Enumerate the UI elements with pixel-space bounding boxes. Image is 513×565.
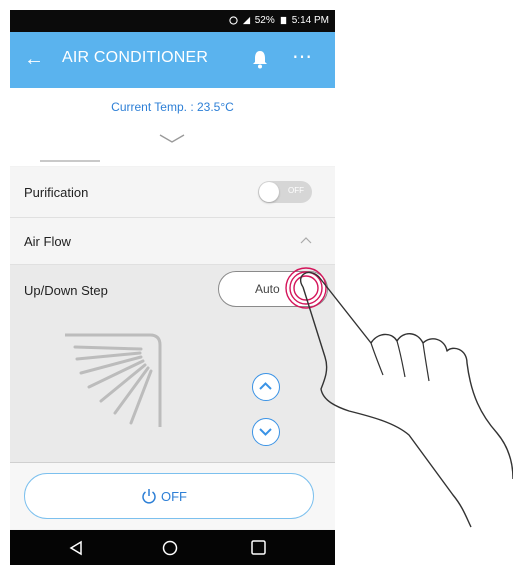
power-icon: [142, 489, 156, 504]
status-time: 5:14 PM: [291, 15, 329, 26]
status-bar: 52% 5:14 PM: [10, 10, 335, 32]
power-label: OFF: [161, 489, 187, 504]
vane-down-button[interactable]: [252, 418, 280, 446]
app-bar: ← AIR CONDITIONER ⋯: [10, 32, 335, 88]
bell-icon[interactable]: [251, 48, 269, 70]
collapse-area: [10, 126, 335, 166]
current-temp-bar: Current Temp. : 23.5°C: [10, 88, 335, 126]
page-title: AIR CONDITIONER: [62, 49, 209, 66]
purification-label: Purification: [24, 185, 89, 200]
battery-icon: [280, 16, 286, 25]
purification-toggle[interactable]: OFF: [258, 181, 312, 203]
signal-icon: [242, 16, 250, 25]
nav-home-icon[interactable]: [162, 540, 178, 556]
current-temp: Current Temp. : 23.5°C: [111, 100, 234, 114]
air-flow-row[interactable]: Air Flow: [10, 218, 335, 265]
hand-pointer-icon: [300, 271, 513, 528]
toggle-knob: [259, 182, 279, 202]
power-button[interactable]: OFF: [24, 473, 314, 519]
back-arrow-icon[interactable]: ←: [24, 48, 46, 70]
tab-indicator: [40, 160, 100, 162]
chevron-down-icon[interactable]: [158, 132, 186, 146]
updown-step-value: Auto: [255, 282, 280, 296]
updown-step-label: Up/Down Step: [24, 283, 108, 298]
chevron-up-icon: [259, 382, 272, 390]
vane-up-button[interactable]: [252, 373, 280, 401]
air-vane-icon: [65, 333, 162, 427]
chevron-down-icon: [259, 428, 272, 436]
battery-level: 52%: [254, 15, 275, 26]
nav-back-icon[interactable]: [68, 540, 84, 556]
alarm-icon: [229, 16, 238, 25]
purification-row: Purification OFF: [10, 167, 335, 218]
nav-recent-apps-icon[interactable]: [251, 540, 266, 555]
more-options-icon[interactable]: ⋯: [290, 47, 314, 70]
chevron-up-icon[interactable]: [300, 236, 312, 244]
toggle-state: OFF: [288, 186, 304, 195]
air-flow-label: Air Flow: [24, 234, 71, 249]
